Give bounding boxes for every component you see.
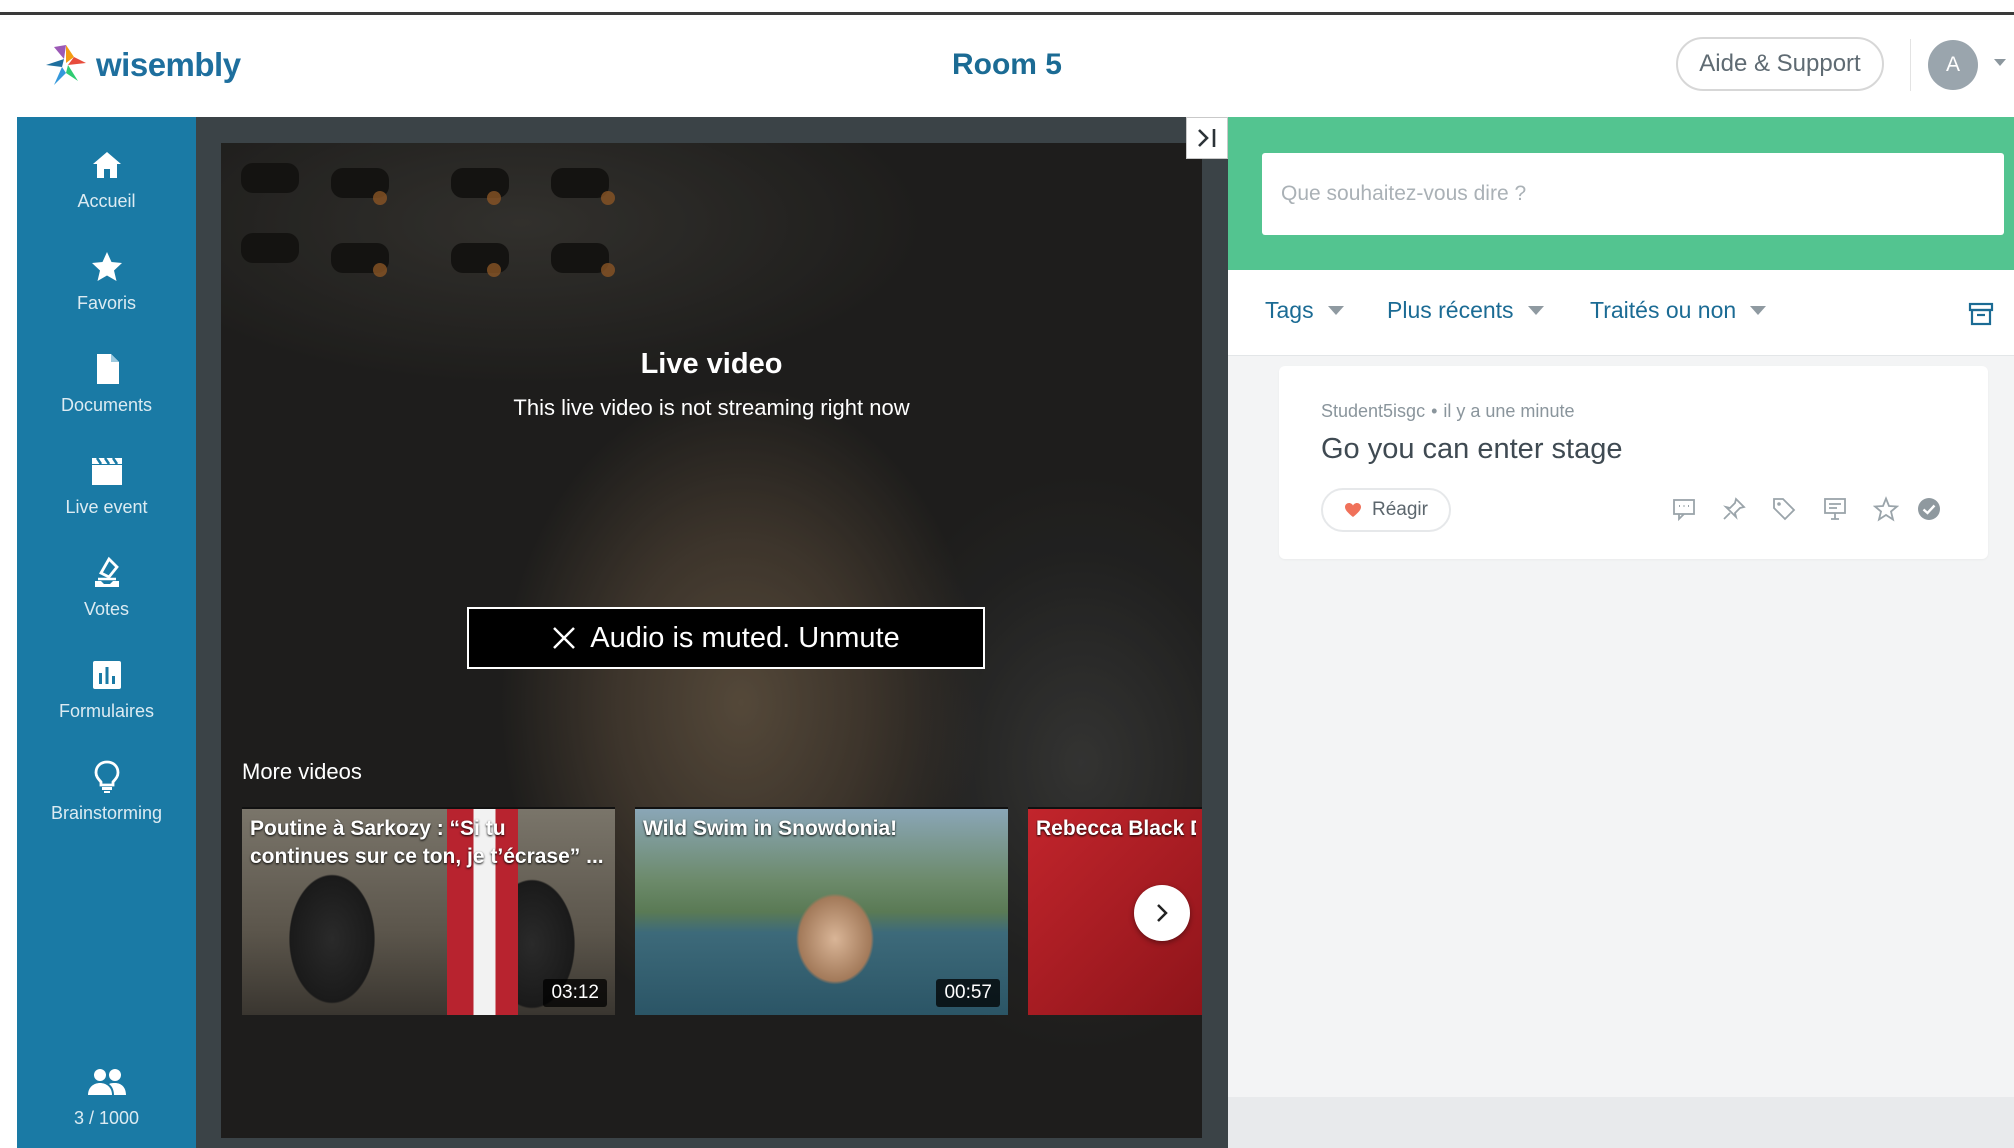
sidebar-item-votes[interactable]: Votes bbox=[17, 553, 196, 643]
sidebar-item-formulaires[interactable]: Formulaires bbox=[17, 655, 196, 745]
wisembly-logo-icon bbox=[46, 45, 86, 85]
avatar[interactable]: A bbox=[1928, 40, 1978, 90]
filter-status[interactable]: Traités ou non bbox=[1590, 297, 1767, 324]
message-meta: Student5isgc • il y a une minute bbox=[1321, 401, 1574, 422]
filter-label: Plus récents bbox=[1387, 297, 1514, 323]
document-icon bbox=[87, 349, 127, 389]
unmute-button[interactable]: Audio is muted. Unmute bbox=[467, 607, 985, 669]
heart-icon bbox=[1345, 503, 1361, 517]
chevron-down-icon bbox=[1750, 306, 1767, 315]
participants-counter[interactable]: 3 / 1000 bbox=[17, 1067, 196, 1129]
sidebar-item-label: Documents bbox=[60, 395, 153, 415]
sidebar-item-label: Brainstorming bbox=[50, 803, 163, 823]
sidebar-item-label: Favoris bbox=[76, 293, 136, 313]
react-label: Réagir bbox=[1372, 499, 1428, 520]
brand-name: wisembly bbox=[96, 46, 241, 83]
brand-logo[interactable]: wisembly bbox=[44, 43, 241, 87]
sidebar-item-accueil[interactable]: Accueil bbox=[17, 145, 196, 235]
panel-footer bbox=[1228, 1097, 2014, 1148]
react-button[interactable]: Réagir bbox=[1321, 488, 1451, 532]
display-on-screen-button[interactable] bbox=[1820, 494, 1850, 524]
comment-icon bbox=[1673, 499, 1695, 522]
tag-button[interactable] bbox=[1769, 494, 1799, 524]
message-card[interactable]: Student5isgc • il y a une minute Go you ca… bbox=[1279, 366, 1988, 559]
live-video-title: Live video bbox=[640, 348, 783, 380]
chevron-down-icon bbox=[1327, 306, 1344, 315]
star-icon bbox=[87, 247, 127, 287]
home-icon bbox=[87, 145, 127, 185]
support-button[interactable]: Aide & Support bbox=[1676, 37, 1884, 91]
archive-icon bbox=[1968, 302, 1994, 326]
archive-button[interactable] bbox=[1966, 299, 1996, 329]
people-icon bbox=[85, 1067, 129, 1102]
ballot-icon bbox=[87, 553, 127, 593]
header-divider bbox=[1910, 39, 1911, 91]
filter-label: Traités ou non bbox=[1590, 297, 1737, 323]
header: wisembly Room 5 Aide & Support A bbox=[0, 15, 2014, 117]
chevron-down-icon bbox=[1527, 306, 1544, 315]
sidebar-item-label: Accueil bbox=[77, 191, 136, 211]
lightbulb-icon bbox=[87, 757, 127, 797]
live-video-player[interactable]: Live video This live video is not stream… bbox=[221, 143, 1202, 1138]
sidebar-item-label: Formulaires bbox=[58, 701, 155, 721]
star-outline-icon bbox=[1873, 496, 1899, 522]
video-thumbnail[interactable]: Poutine à Sarkozy : “Si tu continues sur… bbox=[242, 807, 615, 1015]
sidebar-item-brainstorming[interactable]: Brainstorming bbox=[17, 757, 196, 847]
pin-icon bbox=[1723, 497, 1746, 520]
bar-chart-icon bbox=[87, 655, 127, 695]
sidebar-item-favoris[interactable]: Favoris bbox=[17, 247, 196, 337]
mark-processed-button[interactable] bbox=[1914, 494, 1944, 524]
sidebar-item-documents[interactable]: Documents bbox=[17, 349, 196, 439]
pin-button[interactable] bbox=[1719, 494, 1749, 524]
video-thumbnail-title: Rebecca Black D Her Favorite Acc bbox=[1036, 817, 1196, 840]
next-videos-button[interactable] bbox=[1134, 885, 1190, 941]
message-author: Student5isgc bbox=[1321, 401, 1426, 421]
questions-panel: Tags Plus récents Traités ou non Student… bbox=[1228, 117, 2014, 1148]
video-thumbnail-title: Wild Swim in Snowdonia! bbox=[643, 817, 898, 840]
ask-bar bbox=[1228, 117, 2014, 270]
filter-bar: Tags Plus récents Traités ou non bbox=[1228, 270, 2014, 356]
tag-icon bbox=[1773, 498, 1796, 521]
clapperboard-icon bbox=[87, 451, 127, 491]
participants-count: 3 / 1000 bbox=[73, 1108, 140, 1128]
favorite-button[interactable] bbox=[1871, 494, 1901, 524]
video-duration: 00:57 bbox=[936, 979, 1000, 1007]
sidebar-item-live-event[interactable]: Live event bbox=[17, 451, 196, 541]
unmute-label: Audio is muted. Unmute bbox=[590, 621, 900, 654]
presentation-icon bbox=[1824, 498, 1846, 520]
video-thumbnail-title: Poutine à Sarkozy : “Si tu continues sur… bbox=[250, 817, 604, 868]
comment-button[interactable] bbox=[1669, 494, 1699, 524]
sidebar-item-label: Votes bbox=[83, 599, 130, 619]
close-icon bbox=[553, 627, 576, 649]
meta-separator: • bbox=[1431, 401, 1438, 421]
filter-label: Tags bbox=[1265, 297, 1314, 323]
room-title: Room 5 bbox=[951, 48, 1062, 81]
filter-sort[interactable]: Plus récents bbox=[1387, 297, 1544, 324]
sidebar-item-label: Live event bbox=[65, 497, 148, 517]
message-text: Go you can enter stage bbox=[1321, 433, 1623, 465]
more-videos-label: More videos bbox=[242, 759, 362, 784]
message-time: il y a une minute bbox=[1443, 401, 1575, 421]
collapse-panel-button[interactable] bbox=[1186, 117, 1228, 159]
chevron-right-icon bbox=[1157, 904, 1168, 922]
chevron-down-icon[interactable] bbox=[1994, 59, 2006, 66]
ask-input[interactable] bbox=[1262, 153, 2004, 235]
video-thumbnail[interactable]: Wild Swim in Snowdonia! 00:57 bbox=[635, 807, 1008, 1015]
collapse-right-icon bbox=[1198, 129, 1216, 147]
live-video-status: This live video is not streaming right n… bbox=[513, 395, 910, 420]
sidebar: Accueil Favoris Documents Live event Vot… bbox=[17, 117, 196, 1148]
check-circle-icon bbox=[1918, 498, 1940, 520]
video-duration: 03:12 bbox=[543, 979, 607, 1007]
filter-tags[interactable]: Tags bbox=[1265, 297, 1344, 324]
